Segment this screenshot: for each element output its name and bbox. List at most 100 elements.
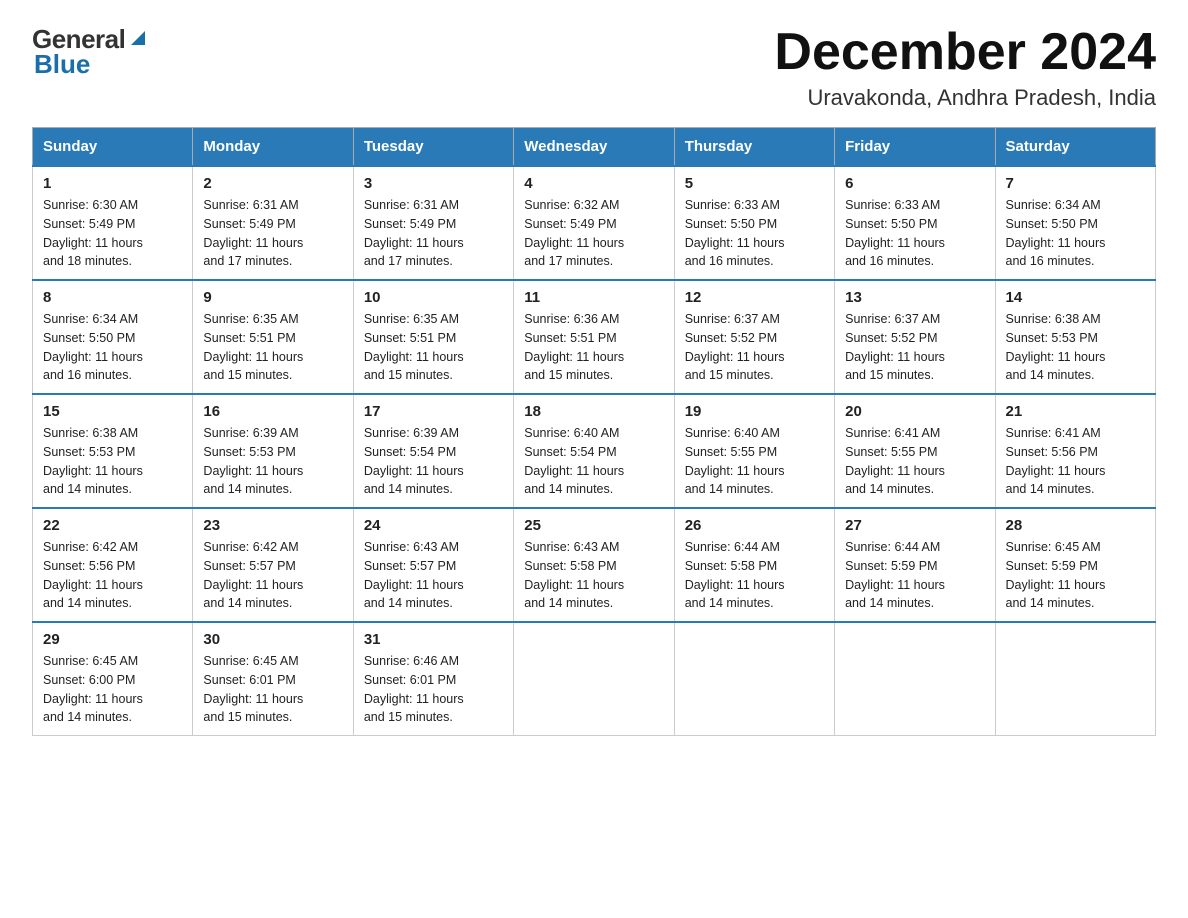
calendar-header-row: Sunday Monday Tuesday Wednesday Thursday… [33,128,1156,167]
day-info: Sunrise: 6:31 AM Sunset: 5:49 PM Dayligh… [203,196,342,271]
calendar-cell: 29 Sunrise: 6:45 AM Sunset: 6:00 PM Dayl… [33,622,193,736]
logo-blue: Blue [32,49,90,80]
day-number: 8 [43,289,182,306]
day-number: 25 [524,517,663,534]
day-info: Sunrise: 6:43 AM Sunset: 5:57 PM Dayligh… [364,538,503,613]
calendar-cell: 21 Sunrise: 6:41 AM Sunset: 5:56 PM Dayl… [995,394,1155,508]
week-row-3: 15 Sunrise: 6:38 AM Sunset: 5:53 PM Dayl… [33,394,1156,508]
day-info: Sunrise: 6:33 AM Sunset: 5:50 PM Dayligh… [845,196,984,271]
day-number: 9 [203,289,342,306]
day-number: 24 [364,517,503,534]
day-info: Sunrise: 6:43 AM Sunset: 5:58 PM Dayligh… [524,538,663,613]
title-block: December 2024 Uravakonda, Andhra Pradesh… [774,24,1156,111]
calendar-table: Sunday Monday Tuesday Wednesday Thursday… [32,127,1156,736]
calendar-cell: 18 Sunrise: 6:40 AM Sunset: 5:54 PM Dayl… [514,394,674,508]
day-number: 6 [845,175,984,192]
calendar-cell: 20 Sunrise: 6:41 AM Sunset: 5:55 PM Dayl… [835,394,995,508]
day-info: Sunrise: 6:46 AM Sunset: 6:01 PM Dayligh… [364,652,503,727]
day-number: 16 [203,403,342,420]
col-thursday: Thursday [674,128,834,167]
day-info: Sunrise: 6:37 AM Sunset: 5:52 PM Dayligh… [685,310,824,385]
calendar-cell: 6 Sunrise: 6:33 AM Sunset: 5:50 PM Dayli… [835,166,995,280]
col-monday: Monday [193,128,353,167]
calendar-cell: 22 Sunrise: 6:42 AM Sunset: 5:56 PM Dayl… [33,508,193,622]
day-info: Sunrise: 6:40 AM Sunset: 5:55 PM Dayligh… [685,424,824,499]
calendar-cell: 9 Sunrise: 6:35 AM Sunset: 5:51 PM Dayli… [193,280,353,394]
day-info: Sunrise: 6:41 AM Sunset: 5:55 PM Dayligh… [845,424,984,499]
day-info: Sunrise: 6:44 AM Sunset: 5:58 PM Dayligh… [685,538,824,613]
calendar-cell: 24 Sunrise: 6:43 AM Sunset: 5:57 PM Dayl… [353,508,513,622]
week-row-1: 1 Sunrise: 6:30 AM Sunset: 5:49 PM Dayli… [33,166,1156,280]
day-number: 10 [364,289,503,306]
day-info: Sunrise: 6:38 AM Sunset: 5:53 PM Dayligh… [43,424,182,499]
day-number: 31 [364,631,503,648]
calendar-cell: 1 Sunrise: 6:30 AM Sunset: 5:49 PM Dayli… [33,166,193,280]
day-info: Sunrise: 6:39 AM Sunset: 5:54 PM Dayligh… [364,424,503,499]
day-info: Sunrise: 6:39 AM Sunset: 5:53 PM Dayligh… [203,424,342,499]
logo: General Blue [32,24,149,80]
calendar-cell: 28 Sunrise: 6:45 AM Sunset: 5:59 PM Dayl… [995,508,1155,622]
day-info: Sunrise: 6:34 AM Sunset: 5:50 PM Dayligh… [1006,196,1145,271]
calendar-cell: 26 Sunrise: 6:44 AM Sunset: 5:58 PM Dayl… [674,508,834,622]
calendar-cell: 30 Sunrise: 6:45 AM Sunset: 6:01 PM Dayl… [193,622,353,736]
day-info: Sunrise: 6:40 AM Sunset: 5:54 PM Dayligh… [524,424,663,499]
calendar-cell: 12 Sunrise: 6:37 AM Sunset: 5:52 PM Dayl… [674,280,834,394]
week-row-5: 29 Sunrise: 6:45 AM Sunset: 6:00 PM Dayl… [33,622,1156,736]
calendar-cell: 16 Sunrise: 6:39 AM Sunset: 5:53 PM Dayl… [193,394,353,508]
col-sunday: Sunday [33,128,193,167]
day-info: Sunrise: 6:35 AM Sunset: 5:51 PM Dayligh… [364,310,503,385]
col-saturday: Saturday [995,128,1155,167]
day-info: Sunrise: 6:42 AM Sunset: 5:57 PM Dayligh… [203,538,342,613]
day-info: Sunrise: 6:32 AM Sunset: 5:49 PM Dayligh… [524,196,663,271]
calendar-cell: 15 Sunrise: 6:38 AM Sunset: 5:53 PM Dayl… [33,394,193,508]
calendar-cell [674,622,834,736]
page-header: General Blue December 2024 Uravakonda, A… [32,24,1156,111]
day-number: 19 [685,403,824,420]
calendar-cell: 11 Sunrise: 6:36 AM Sunset: 5:51 PM Dayl… [514,280,674,394]
calendar-cell: 27 Sunrise: 6:44 AM Sunset: 5:59 PM Dayl… [835,508,995,622]
day-number: 11 [524,289,663,306]
calendar-cell: 23 Sunrise: 6:42 AM Sunset: 5:57 PM Dayl… [193,508,353,622]
day-info: Sunrise: 6:37 AM Sunset: 5:52 PM Dayligh… [845,310,984,385]
day-number: 20 [845,403,984,420]
day-number: 15 [43,403,182,420]
day-number: 22 [43,517,182,534]
day-info: Sunrise: 6:38 AM Sunset: 5:53 PM Dayligh… [1006,310,1145,385]
day-info: Sunrise: 6:45 AM Sunset: 6:01 PM Dayligh… [203,652,342,727]
day-info: Sunrise: 6:31 AM Sunset: 5:49 PM Dayligh… [364,196,503,271]
day-info: Sunrise: 6:34 AM Sunset: 5:50 PM Dayligh… [43,310,182,385]
day-number: 12 [685,289,824,306]
day-info: Sunrise: 6:42 AM Sunset: 5:56 PM Dayligh… [43,538,182,613]
calendar-cell [514,622,674,736]
day-number: 1 [43,175,182,192]
day-info: Sunrise: 6:45 AM Sunset: 5:59 PM Dayligh… [1006,538,1145,613]
day-number: 13 [845,289,984,306]
day-number: 30 [203,631,342,648]
day-info: Sunrise: 6:36 AM Sunset: 5:51 PM Dayligh… [524,310,663,385]
day-number: 28 [1006,517,1145,534]
col-friday: Friday [835,128,995,167]
calendar-cell: 2 Sunrise: 6:31 AM Sunset: 5:49 PM Dayli… [193,166,353,280]
day-number: 14 [1006,289,1145,306]
calendar-cell: 5 Sunrise: 6:33 AM Sunset: 5:50 PM Dayli… [674,166,834,280]
day-number: 3 [364,175,503,192]
calendar-cell: 13 Sunrise: 6:37 AM Sunset: 5:52 PM Dayl… [835,280,995,394]
calendar-cell: 8 Sunrise: 6:34 AM Sunset: 5:50 PM Dayli… [33,280,193,394]
day-number: 26 [685,517,824,534]
calendar-cell [995,622,1155,736]
col-tuesday: Tuesday [353,128,513,167]
day-info: Sunrise: 6:45 AM Sunset: 6:00 PM Dayligh… [43,652,182,727]
calendar-cell: 14 Sunrise: 6:38 AM Sunset: 5:53 PM Dayl… [995,280,1155,394]
col-wednesday: Wednesday [514,128,674,167]
week-row-2: 8 Sunrise: 6:34 AM Sunset: 5:50 PM Dayli… [33,280,1156,394]
day-info: Sunrise: 6:35 AM Sunset: 5:51 PM Dayligh… [203,310,342,385]
day-number: 23 [203,517,342,534]
day-number: 18 [524,403,663,420]
calendar-cell: 3 Sunrise: 6:31 AM Sunset: 5:49 PM Dayli… [353,166,513,280]
calendar-cell [835,622,995,736]
calendar-cell: 7 Sunrise: 6:34 AM Sunset: 5:50 PM Dayli… [995,166,1155,280]
calendar-cell: 31 Sunrise: 6:46 AM Sunset: 6:01 PM Dayl… [353,622,513,736]
day-info: Sunrise: 6:44 AM Sunset: 5:59 PM Dayligh… [845,538,984,613]
day-number: 5 [685,175,824,192]
calendar-cell: 19 Sunrise: 6:40 AM Sunset: 5:55 PM Dayl… [674,394,834,508]
